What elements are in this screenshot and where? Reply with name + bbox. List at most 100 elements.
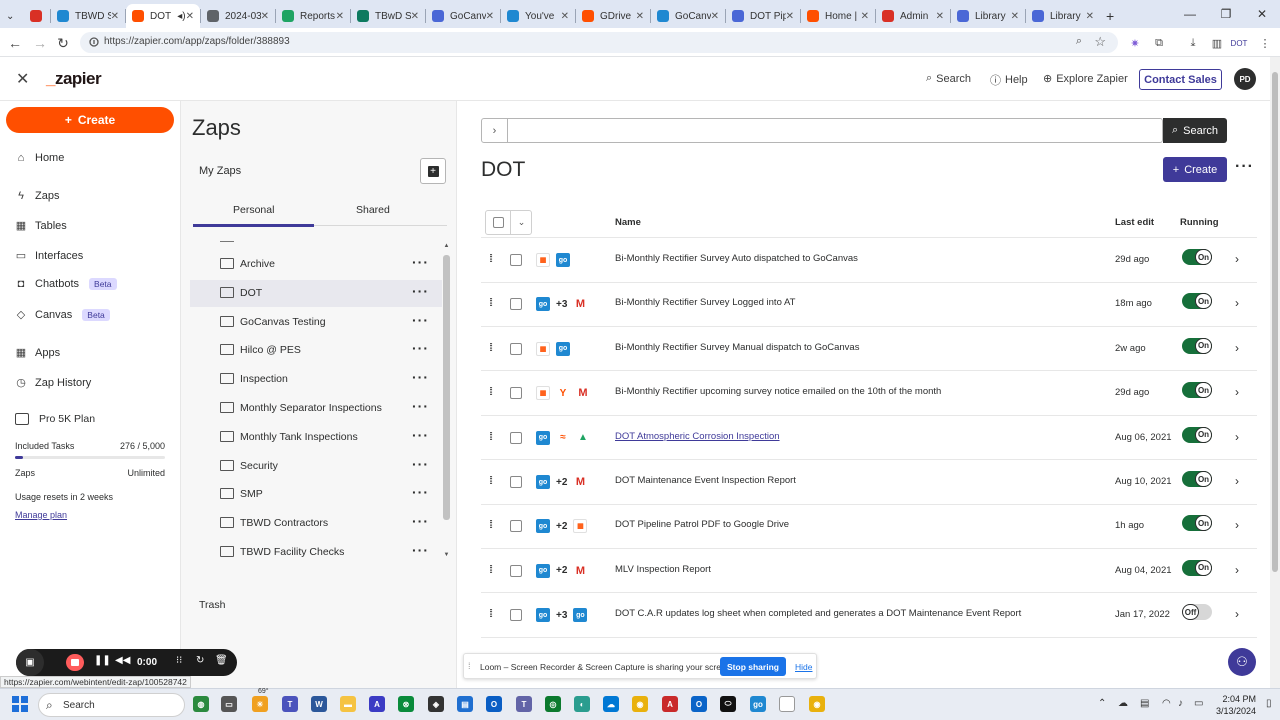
drag-handle-icon[interactable]: ⁞⁞ <box>489 297 493 309</box>
nav-item-canvas[interactable]: ◇ Canvas Beta <box>15 308 110 321</box>
new-folder-button[interactable]: + <box>420 158 446 184</box>
drag-handle-icon[interactable]: ⁞⁞ <box>489 253 493 265</box>
tab-close-icon[interactable]: ✕ <box>411 11 419 22</box>
folder-item[interactable]: Monthly Tank Inspections ··· <box>190 424 442 451</box>
close-window-icon[interactable]: ✕ <box>1244 0 1280 28</box>
folder-item[interactable]: Security ··· <box>190 453 442 480</box>
chevron-right-icon[interactable]: › <box>1235 607 1239 621</box>
chevron-right-icon[interactable]: › <box>1235 474 1239 488</box>
browser-tab[interactable]: Library ✕ <box>1026 4 1100 28</box>
trash-folder[interactable]: Trash <box>199 599 225 611</box>
header-explore-link[interactable]: ⊕ Explore Zapier <box>1043 72 1128 86</box>
row-checkbox[interactable] <box>510 298 522 311</box>
app-icon-a[interactable]: A <box>369 696 385 712</box>
browser-tab[interactable]: TBwD S ✕ <box>351 4 425 28</box>
nav-item-tables[interactable]: ▦ Tables <box>15 219 67 233</box>
chevron-right-icon[interactable]: › <box>1235 252 1239 266</box>
browser-tab[interactable]: TBWD S ✕ <box>51 4 125 28</box>
extensions-puzzle-icon[interactable]: ⧉ <box>1150 34 1168 52</box>
tab-close-icon[interactable]: ✕ <box>1086 11 1094 22</box>
file-explorer-icon[interactable]: ▬ <box>340 696 356 712</box>
app-icon-d[interactable]: ◎ <box>545 696 561 712</box>
back-icon[interactable]: ← <box>4 32 26 54</box>
profile-label[interactable]: DOT <box>1230 34 1248 52</box>
app-icon-e[interactable]: ◐ <box>574 696 590 712</box>
browser-tab[interactable]: GoCanv ✕ <box>651 4 725 28</box>
grid-icon[interactable]: ⁝⁝ <box>176 655 182 666</box>
folder-item[interactable]: Archive ··· <box>190 251 442 278</box>
folder-more-icon[interactable]: ··· <box>412 427 429 443</box>
sidepanel-icon[interactable]: ▥ <box>1208 34 1226 52</box>
chrome-icon[interactable]: ◉ <box>632 696 648 712</box>
table-row[interactable]: ⁞⁞ ▦ go Bi-Monthly Rectifier Survey Manual … <box>481 327 1257 372</box>
tab-close-icon[interactable]: ✕ <box>336 11 344 22</box>
table-row[interactable]: ⁞⁞ ▦ Y M Bi-Monthly Rectifier upcoming surve… <box>481 371 1257 416</box>
chrome-active-icon[interactable]: ◉ <box>809 696 825 712</box>
tab-close-icon[interactable]: ✕ <box>636 11 644 22</box>
word-icon[interactable]: W <box>311 696 327 712</box>
row-checkbox[interactable] <box>510 520 522 533</box>
chevron-right-icon[interactable]: › <box>1235 296 1239 310</box>
select-all-control[interactable]: ⌄ <box>485 210 532 235</box>
help-widget-icon[interactable]: ⚇ <box>1228 648 1256 676</box>
zap-running-toggle[interactable]: On <box>1182 559 1212 576</box>
folder-more-icon[interactable]: ··· <box>412 398 429 414</box>
download-icon[interactable]: ⤓ <box>1184 34 1202 52</box>
restore-icon[interactable]: ❐ <box>1208 0 1244 28</box>
folder-scrollbar[interactable]: ▲ ▼ <box>442 241 451 561</box>
folder-more-icon[interactable]: ··· <box>412 254 429 270</box>
outlook-2-icon[interactable]: O <box>691 696 707 712</box>
folder-more-icon[interactable]: ··· <box>412 484 429 500</box>
page-scrollbar[interactable] <box>1270 57 1280 688</box>
chevron-right-icon[interactable]: › <box>1235 385 1239 399</box>
browser-menu-icon[interactable]: ⋮ <box>1256 34 1274 52</box>
nav-item-zaps[interactable]: ϟ Zaps <box>15 190 59 202</box>
tab-close-icon[interactable]: ✕ <box>786 11 794 22</box>
folder-item[interactable]: Monthly Separator Inspections ··· <box>190 395 442 422</box>
zap-name-link[interactable]: DOT Atmospheric Corrosion Inspection <box>615 431 780 442</box>
row-checkbox[interactable] <box>510 564 522 577</box>
zap-name-link[interactable]: DOT C.A.R updates log sheet when complet… <box>615 608 1021 619</box>
zap-name-link[interactable]: Bi-Monthly Rectifier Survey Auto dispatc… <box>615 253 858 264</box>
tab-close-icon[interactable]: ✕ <box>486 11 494 22</box>
search-button[interactable]: ⌕ Search <box>1163 118 1227 143</box>
notifications-icon[interactable]: ▯ <box>1266 698 1272 709</box>
app-icon-b[interactable]: ◈ <box>428 696 444 712</box>
omnibox[interactable]: https://zapier.com/app/zaps/folder/38889… <box>80 32 1118 53</box>
browser-tab[interactable]: You've ✕ <box>501 4 575 28</box>
zap-name-link[interactable]: Bi-Monthly Rectifier upcoming survey not… <box>615 386 941 397</box>
drag-handle-icon[interactable]: ⁞⁞ <box>489 431 493 443</box>
bookmark-star-icon[interactable]: ☆ <box>1094 34 1106 50</box>
chevron-right-icon[interactable]: › <box>1235 430 1239 444</box>
widgets-icon[interactable]: ◍ <box>193 696 209 712</box>
chevron-right-icon[interactable]: › <box>482 119 508 142</box>
drag-handle-icon[interactable]: ⁞⁞ <box>489 608 493 620</box>
zap-name-link[interactable]: Bi-Monthly Rectifier Survey Manual dispa… <box>615 342 859 353</box>
browser-tab[interactable] <box>24 4 50 28</box>
cloud-icon[interactable]: ☁ <box>1118 698 1128 709</box>
browser-tab[interactable]: Reports ✕ <box>276 4 350 28</box>
drag-handle-icon[interactable]: ⁞⁞ <box>489 475 493 487</box>
tab-close-icon[interactable]: ✕ <box>186 11 194 22</box>
rewind-icon[interactable]: ◀◀ <box>115 655 130 666</box>
folder-more-icon[interactable]: ··· <box>412 340 429 356</box>
table-row[interactable]: ⁞⁞ go +3 go DOT C.A.R updates log sheet when… <box>481 593 1257 638</box>
zap-running-toggle[interactable]: On <box>1182 471 1212 487</box>
browser-tab[interactable]: Home | ✕ <box>801 4 875 28</box>
nav-item-apps[interactable]: ▦ Apps <box>15 346 60 360</box>
drag-handle-icon[interactable]: ⁞ <box>468 661 471 671</box>
more-options-icon[interactable]: ··· <box>1235 158 1254 176</box>
url-text[interactable]: https://zapier.com/app/zaps/folder/38889… <box>104 36 290 47</box>
table-row[interactable]: ⁞⁞ go ≈ ▲ DOT Atmospheric Corrosion Inspecti… <box>481 416 1257 461</box>
clock[interactable]: 2:04 PM 3/13/2024 <box>1216 693 1256 717</box>
hide-link[interactable]: Hide <box>795 662 812 672</box>
row-checkbox[interactable] <box>510 387 522 400</box>
reload-icon[interactable]: ↻ <box>52 32 74 54</box>
header-search-link[interactable]: ⌕ Search <box>926 72 971 85</box>
zap-name-link[interactable]: MLV Inspection Report <box>615 564 711 575</box>
tab-shared[interactable]: Shared <box>356 204 390 216</box>
zap-running-toggle[interactable]: Off <box>1182 604 1212 621</box>
tray-chevron-icon[interactable]: ⌃ <box>1098 698 1106 709</box>
chevron-down-icon[interactable]: ⌄ <box>510 211 532 234</box>
tab-close-icon[interactable]: ✕ <box>936 11 944 22</box>
